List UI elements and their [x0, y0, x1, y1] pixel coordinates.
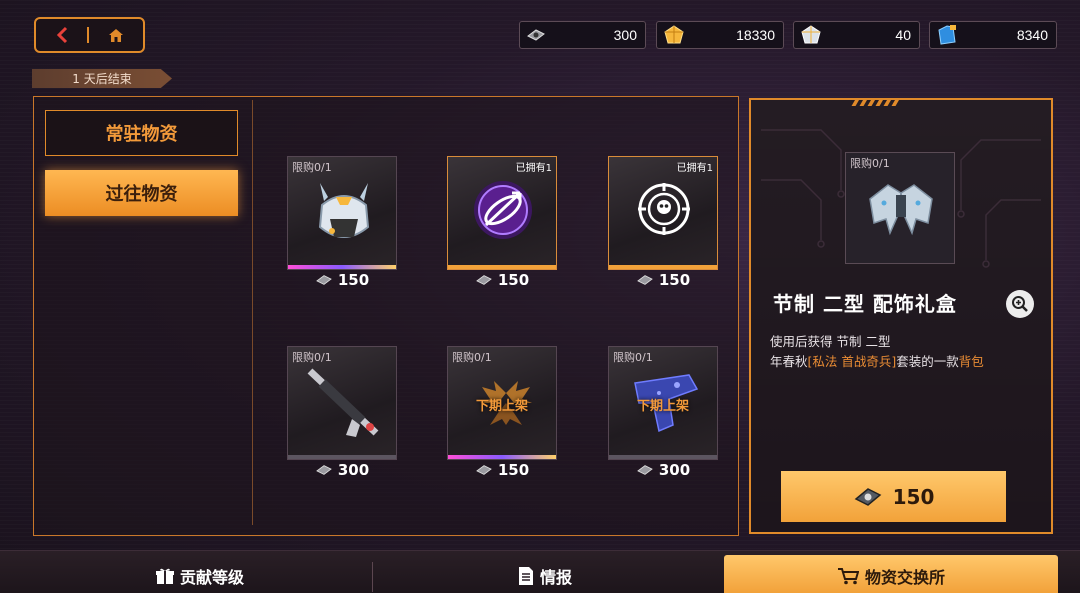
shop-item[interactable]: 限购0/1: [287, 346, 397, 460]
bottom-tab-label: 贡献等级: [179, 567, 244, 587]
detail-item-image: 限购0/1: [845, 152, 955, 264]
exchange-token-icon: [476, 275, 492, 285]
item-price: 300: [287, 460, 397, 480]
shop-item[interactable]: 限购0/1: [287, 156, 397, 270]
detail-description: 使用后获得 节制 二型 年春秋[私法 首战奇兵]套装的一款背包: [770, 332, 984, 372]
rarity-strip: [288, 265, 396, 269]
exchange-token-icon: [854, 487, 881, 506]
shop-item[interactable]: 限购0/1 下期上架: [447, 346, 557, 460]
exchange-token-icon: [637, 465, 653, 475]
currency-exchange-token: 300: [519, 21, 646, 49]
exchange-token-icon: [476, 465, 492, 475]
detail-title: 节制 二型 配饰礼盒: [773, 292, 957, 316]
chevron-left-icon: [56, 26, 67, 44]
coming-soon-label: 下期上架: [636, 399, 689, 414]
item-price: 300: [608, 460, 718, 480]
shop-item[interactable]: 已拥有1: [447, 156, 557, 270]
zoom-button[interactable]: [1006, 290, 1034, 318]
item-price: 150: [608, 270, 718, 290]
purchase-limit: 限购0/1: [292, 161, 332, 174]
tab-regular-supplies[interactable]: 常驻物资: [45, 110, 238, 156]
price-value: 300: [658, 461, 691, 479]
mech-wings-backpack-icon: [869, 184, 933, 236]
purchase-limit: 限购0/1: [613, 351, 653, 364]
currency-value: 300: [613, 27, 637, 43]
skull-target-icon: [638, 183, 690, 235]
rarity-strip: [448, 455, 556, 459]
cart-icon: [837, 567, 859, 584]
exchange-token-icon: [637, 275, 653, 285]
owned-count: 已拥有1: [676, 163, 713, 174]
gold-gem-icon: [664, 25, 684, 44]
rifle-icon: [307, 368, 379, 437]
currency-value: 40: [895, 27, 911, 43]
desc-set-name: [私法 首战奇兵]: [807, 354, 897, 369]
desc-item-type: 背包: [958, 354, 984, 369]
rarity-strip: [609, 455, 717, 459]
owned-count: 已拥有1: [515, 163, 552, 174]
purchase-limit: 限购0/1: [452, 351, 492, 364]
bottom-tab-label: 情报: [539, 567, 572, 587]
home-button[interactable]: [89, 19, 143, 51]
item-price: 150: [447, 270, 557, 290]
bottom-divider: [372, 562, 373, 592]
tab-label: 过往物资: [105, 184, 178, 205]
bottom-tab-contribution[interactable]: 贡献等级: [110, 558, 290, 593]
tab-label: 常驻物资: [105, 124, 178, 145]
rarity-strip: [609, 265, 717, 269]
event-timer: 1 天后结束: [32, 69, 172, 88]
price-value: 150: [658, 271, 691, 289]
bottom-tab-label: 物资交换所: [864, 567, 945, 587]
currency-blue-ticket: 8340: [929, 21, 1057, 49]
price-value: 300: [337, 461, 370, 479]
gift-icon: [155, 568, 174, 584]
back-button[interactable]: [36, 19, 87, 51]
coming-soon-label: 下期上架: [475, 399, 528, 414]
helmet-mask-icon: [318, 183, 370, 238]
top-nav: [34, 17, 145, 53]
shop-item[interactable]: 已拥有1: [608, 156, 718, 270]
bottom-tab-intel[interactable]: 情报: [470, 558, 620, 593]
home-icon: [109, 28, 123, 42]
desc-line-2: 年春秋[私法 首战奇兵]套装的一款背包: [770, 352, 984, 372]
exchange-token-icon: [316, 465, 332, 475]
currency-silver-gem: 40: [793, 21, 920, 49]
timer-text: 1 天后结束: [72, 72, 132, 86]
desc-line-1: 使用后获得 节制 二型: [770, 334, 891, 349]
desc-text: 年春秋: [770, 354, 808, 369]
item-price: 150: [287, 270, 397, 290]
currency-value: 18330: [736, 27, 775, 43]
tab-past-supplies[interactable]: 过往物资: [45, 170, 238, 216]
rarity-strip: [448, 265, 556, 269]
arrow-emblem-icon: [474, 181, 532, 239]
shop-item[interactable]: 限购0/1 下期上架: [608, 346, 718, 460]
buy-button[interactable]: 150: [781, 471, 1006, 522]
item-price: 150: [447, 460, 557, 480]
document-icon: [518, 566, 533, 585]
currency-value: 8340: [1016, 27, 1048, 43]
price-value: 150: [497, 461, 530, 479]
bottom-tab-exchange[interactable]: 物资交换所: [724, 558, 1058, 593]
zoom-in-icon: [1012, 296, 1028, 312]
blue-ticket-icon: [938, 25, 956, 45]
price-value: 150: [497, 271, 530, 289]
silver-gem-icon: [801, 25, 821, 44]
purchase-limit: 限购0/1: [850, 157, 890, 170]
desc-text: 套装的一款: [896, 354, 959, 369]
rarity-strip: [288, 455, 396, 459]
panel-divider: [252, 100, 253, 525]
exchange-token-icon: [527, 29, 545, 41]
price-value: 150: [337, 271, 370, 289]
exchange-token-icon: [316, 275, 332, 285]
buy-price: 150: [892, 484, 935, 509]
currency-gold-gem: 18330: [656, 21, 784, 49]
